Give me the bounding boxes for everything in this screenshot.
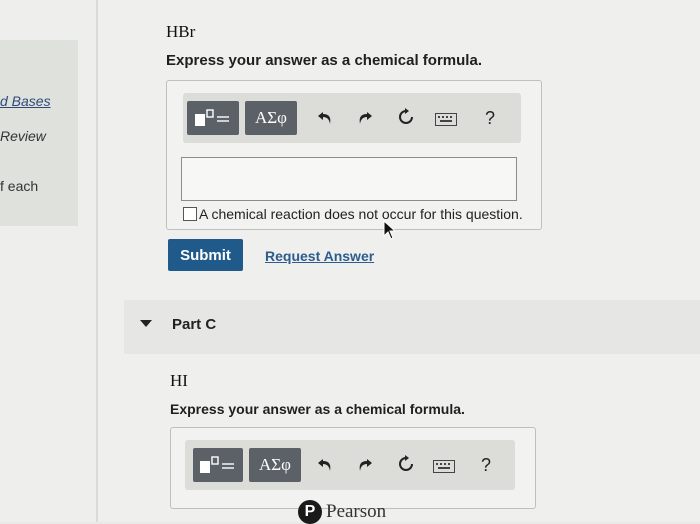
partc-math-toolbar: ΑΣφ ?	[185, 440, 515, 490]
partc-label[interactable]: Part C	[172, 316, 216, 333]
sidebar-link-bases[interactable]: d Bases	[0, 93, 51, 109]
undo-icon[interactable]	[317, 457, 333, 475]
partc-answer-editor: ΑΣφ ?	[170, 427, 536, 509]
no-reaction-label: A chemical reaction does not occur for t…	[199, 206, 523, 222]
partb-compound: HBr	[166, 22, 196, 41]
redo-icon[interactable]	[357, 457, 373, 475]
submit-button[interactable]: Submit	[168, 239, 243, 271]
pearson-logo-icon: P	[298, 500, 322, 524]
keyboard-icon[interactable]	[433, 458, 455, 476]
partc-instruction: Express your answer as a chemical formul…	[170, 401, 465, 417]
partc-compound: HI	[170, 371, 188, 390]
partb-instruction: Express your answer as a chemical formul…	[166, 52, 482, 69]
reset-icon[interactable]	[397, 108, 415, 129]
greek-symbols-button[interactable]: ΑΣφ	[245, 101, 297, 135]
greek-symbols-button[interactable]: ΑΣφ	[249, 448, 301, 482]
no-reaction-checkbox[interactable]	[183, 207, 197, 221]
request-answer-link[interactable]: Request Answer	[265, 248, 374, 264]
partb-answer-editor: ΑΣφ ? A chemical reaction does not occur…	[166, 80, 542, 230]
collapse-caret-icon[interactable]	[140, 320, 152, 327]
fraction-template-icon[interactable]	[193, 448, 243, 482]
mouse-cursor-icon	[383, 219, 397, 245]
sidebar-of-each: f each	[0, 178, 39, 194]
undo-icon[interactable]	[317, 110, 333, 128]
sidebar: d Bases Review f each	[0, 0, 96, 522]
keyboard-icon[interactable]	[435, 111, 457, 129]
pearson-brand-text: Pearson	[326, 501, 387, 522]
help-button[interactable]: ?	[485, 109, 495, 127]
reset-icon[interactable]	[397, 455, 415, 476]
partb-answer-input[interactable]	[181, 157, 517, 201]
redo-icon[interactable]	[357, 110, 373, 128]
partb-math-toolbar: ΑΣφ ?	[183, 93, 521, 143]
fraction-template-icon[interactable]	[187, 101, 239, 135]
help-button[interactable]: ?	[481, 456, 491, 474]
pearson-logo: P Pearson	[298, 500, 386, 524]
sidebar-review[interactable]: Review	[0, 128, 46, 144]
